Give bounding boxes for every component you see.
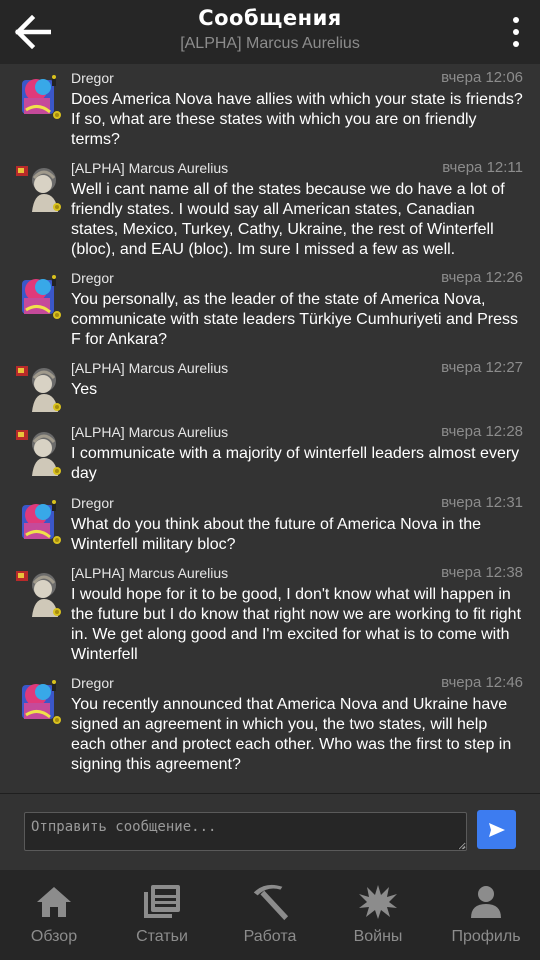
message-author[interactable]: Dregor	[71, 675, 114, 691]
nav-item-wars[interactable]: Войны	[324, 870, 432, 960]
nav-item-work[interactable]: Работа	[216, 870, 324, 960]
avatar-marcus-aurelius[interactable]	[16, 164, 64, 212]
message-text: What do you think about the future of Am…	[71, 516, 482, 553]
message-time: вчера 12:46	[441, 674, 523, 691]
message-author[interactable]: [ALPHA] Marcus Aurelius	[71, 565, 228, 581]
more-vertical-icon	[513, 17, 519, 23]
resize-grip-icon[interactable]	[458, 842, 466, 850]
nav-label: Статьи	[136, 928, 188, 945]
message-time: вчера 12:06	[441, 69, 523, 86]
nav-item-articles[interactable]: Статьи	[108, 870, 216, 960]
message-text: Well i cant name all of the states becau…	[71, 181, 505, 258]
message-author[interactable]: [ALPHA] Marcus Aurelius	[71, 424, 228, 440]
nav-label: Обзор	[30, 928, 78, 945]
message-time: вчера 12:27	[441, 359, 523, 376]
send-button[interactable]	[477, 810, 516, 849]
nav-label: Профиль	[451, 928, 521, 945]
articles-icon	[144, 885, 180, 918]
pickaxe-icon	[253, 884, 289, 921]
nav-item-profile[interactable]: Профиль	[432, 870, 540, 960]
message-input[interactable]	[24, 812, 467, 851]
message-author[interactable]: Dregor	[71, 70, 114, 86]
avatar-marcus-aurelius[interactable]	[16, 569, 64, 617]
profile-icon	[471, 886, 501, 918]
message-text: I would hope for it to be good, I don't …	[71, 586, 522, 663]
message-text: You recently announced that America Nova…	[71, 696, 512, 773]
more-options-button[interactable]	[510, 14, 522, 50]
nav-item-overview[interactable]: Обзор	[0, 870, 108, 960]
message-author[interactable]: [ALPHA] Marcus Aurelius	[71, 360, 228, 376]
message-time: вчера 12:11	[442, 159, 523, 176]
message-text: Does America Nova have allies with which…	[71, 91, 523, 148]
avatar-dregor[interactable]	[16, 74, 64, 122]
conversation-partner[interactable]: [ALPHA] Marcus Aurelius	[0, 35, 540, 53]
header-bar: Сообщения [ALPHA] Marcus Aurelius	[0, 0, 540, 64]
send-icon	[488, 822, 505, 837]
nav-label: Войны	[353, 928, 403, 945]
avatar-marcus-aurelius[interactable]	[16, 364, 64, 412]
avatar-dregor[interactable]	[16, 499, 64, 547]
message-author[interactable]: [ALPHA] Marcus Aurelius	[71, 160, 228, 176]
page-title: Сообщения	[198, 6, 342, 30]
avatar-dregor[interactable]	[16, 274, 64, 322]
message-time: вчера 12:26	[441, 269, 523, 286]
message-time: вчера 12:38	[441, 564, 523, 581]
bottom-navigation: Обзор Статьи Работа Войны Профиль	[0, 870, 540, 960]
explosion-icon	[359, 885, 397, 919]
message-text: You personally, as the leader of the sta…	[71, 291, 518, 348]
message-list[interactable]: Dregor вчера 12:06 Does America Nova hav…	[0, 64, 540, 794]
message-time: вчера 12:31	[441, 494, 523, 511]
avatar-marcus-aurelius[interactable]	[16, 428, 64, 476]
nav-label: Работа	[243, 928, 297, 945]
message-author[interactable]: Dregor	[71, 270, 114, 286]
home-icon	[37, 887, 71, 917]
message-text: Yes	[71, 381, 98, 398]
message-author[interactable]: Dregor	[71, 495, 114, 511]
avatar-dregor[interactable]	[16, 679, 64, 727]
message-time: вчера 12:28	[441, 423, 523, 440]
message-composer	[0, 794, 540, 870]
message-text: I communicate with a majority of winterf…	[71, 445, 520, 482]
